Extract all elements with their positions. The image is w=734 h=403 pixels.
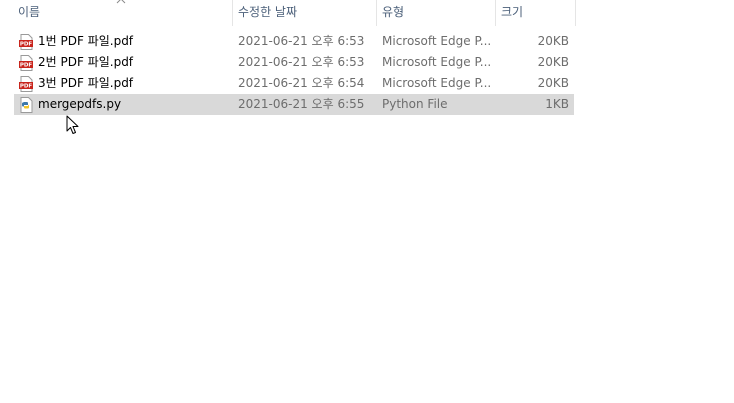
file-type: Microsoft Edge P... [382, 34, 492, 48]
file-list: PDF 1번 PDF 파일.pdf 2021-06-21 오후 6:53 Micros… [14, 31, 574, 115]
mouse-cursor-icon [66, 115, 79, 134]
file-type: Python File [382, 97, 448, 111]
pdf-file-icon: PDF [19, 34, 33, 50]
file-date-modified: 2021-06-21 오후 6:54 [238, 76, 365, 90]
column-header-bar: 이름 수정한 날짜 유형 크기 [0, 0, 578, 28]
file-name: mergepdfs.py [38, 97, 122, 111]
file-name-cell[interactable]: PDF 1번 PDF 파일.pdf [18, 31, 228, 52]
column-header-type[interactable]: 유형 [377, 0, 496, 26]
file-type: Microsoft Edge P... [382, 55, 492, 69]
svg-text:PDF: PDF [20, 84, 33, 90]
file-name-cell[interactable]: mergepdfs.py [18, 94, 228, 115]
file-size: 20KB [537, 34, 569, 48]
file-type: Microsoft Edge P... [382, 76, 492, 90]
file-row[interactable]: mergepdfs.py 2021-06-21 오후 6:55 Python Fil… [14, 94, 574, 115]
file-name-cell[interactable]: PDF 2번 PDF 파일.pdf [18, 52, 228, 73]
file-date-modified: 2021-06-21 오후 6:53 [238, 55, 365, 69]
file-size: 20KB [537, 76, 569, 90]
column-header-date-modified[interactable]: 수정한 날짜 [233, 0, 377, 26]
pdf-file-icon: PDF [19, 76, 33, 92]
file-name: 3번 PDF 파일.pdf [38, 76, 134, 90]
file-size: 1KB [545, 97, 569, 111]
svg-text:PDF: PDF [20, 42, 33, 48]
file-row[interactable]: PDF 2번 PDF 파일.pdf 2021-06-21 오후 6:53 Micros… [14, 52, 574, 73]
python-file-icon [20, 97, 33, 113]
file-name: 1번 PDF 파일.pdf [38, 34, 134, 48]
file-row[interactable]: PDF 1번 PDF 파일.pdf 2021-06-21 오후 6:53 Micros… [14, 31, 574, 52]
svg-text:PDF: PDF [20, 63, 33, 69]
column-header-size[interactable]: 크기 [496, 0, 576, 26]
column-header-name[interactable]: 이름 [13, 0, 233, 26]
file-date-modified: 2021-06-21 오후 6:53 [238, 34, 365, 48]
file-name-cell[interactable]: PDF 3번 PDF 파일.pdf [18, 73, 228, 94]
file-explorer-details-view: 이름 수정한 날짜 유형 크기 PDF 1번 PDF 파일.pdf 2021-06-… [0, 0, 734, 403]
file-name: 2번 PDF 파일.pdf [38, 55, 134, 69]
file-date-modified: 2021-06-21 오후 6:55 [238, 97, 365, 111]
file-size: 20KB [537, 55, 569, 69]
pdf-file-icon: PDF [19, 55, 33, 71]
file-row[interactable]: PDF 3번 PDF 파일.pdf 2021-06-21 오후 6:54 Micros… [14, 73, 574, 94]
